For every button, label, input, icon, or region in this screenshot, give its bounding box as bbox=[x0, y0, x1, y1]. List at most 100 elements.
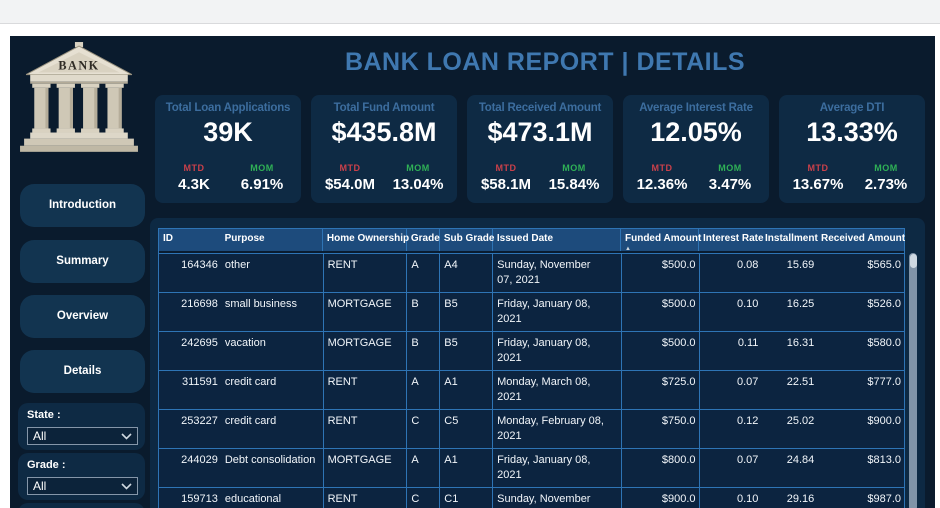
cell-purpose[interactable]: small business bbox=[221, 293, 324, 331]
cell-sub-grade[interactable]: C1 bbox=[440, 488, 494, 508]
cell-funded-amount[interactable]: $750.0 bbox=[622, 410, 700, 448]
cell-interest-rate[interactable]: 0.12 bbox=[700, 410, 762, 448]
table-scrollbar-track[interactable] bbox=[909, 253, 917, 508]
cell-received-amount[interactable]: $565.0 bbox=[817, 254, 904, 292]
grade-filter-dropdown[interactable]: All bbox=[27, 477, 138, 495]
cell-installment[interactable]: 16.31 bbox=[761, 332, 817, 370]
cell-home-ownership[interactable]: MORTGAGE bbox=[324, 449, 408, 487]
cell-funded-amount[interactable]: $725.0 bbox=[622, 371, 700, 409]
state-filter-dropdown[interactable]: All bbox=[27, 427, 138, 445]
cell-installment[interactable]: 25.02 bbox=[761, 410, 817, 448]
cell-installment[interactable]: 16.25 bbox=[761, 293, 817, 331]
cell-id[interactable]: 159713 bbox=[159, 488, 221, 508]
cell-issued-date[interactable]: Friday, January 08, 2021 bbox=[493, 293, 622, 331]
cell-received-amount[interactable]: $777.0 bbox=[817, 371, 904, 409]
cell-received-amount[interactable]: $526.0 bbox=[817, 293, 904, 331]
chevron-down-icon[interactable] bbox=[121, 433, 132, 440]
cell-home-ownership[interactable]: RENT bbox=[324, 371, 408, 409]
cell-issued-date[interactable]: Sunday, November 07, 2021 bbox=[493, 254, 622, 292]
cell-funded-amount[interactable]: $500.0 bbox=[622, 332, 700, 370]
cell-home-ownership[interactable]: RENT bbox=[324, 254, 408, 292]
sidebar-item-summary[interactable]: Summary bbox=[20, 240, 145, 283]
cell-interest-rate[interactable]: 0.07 bbox=[700, 371, 762, 409]
cell-interest-rate[interactable]: 0.07 bbox=[700, 449, 762, 487]
mom-label: MOM bbox=[250, 163, 274, 173]
cell-interest-rate[interactable]: 0.11 bbox=[700, 332, 762, 370]
column-header-purpose[interactable]: Purpose bbox=[221, 229, 323, 251]
cell-installment[interactable]: 24.84 bbox=[761, 449, 817, 487]
cell-issued-date[interactable]: Friday, January 08, 2021 bbox=[493, 449, 622, 487]
cell-id[interactable]: 216698 bbox=[159, 293, 221, 331]
cell-issued-date[interactable]: Monday, February 08, 2021 bbox=[493, 410, 622, 448]
cell-installment[interactable]: 15.69 bbox=[761, 254, 817, 292]
cell-purpose[interactable]: credit card bbox=[221, 410, 324, 448]
cell-interest-rate[interactable]: 0.10 bbox=[700, 293, 762, 331]
sidebar-item-details[interactable]: Details bbox=[20, 350, 145, 393]
column-header-sub-grade[interactable]: Sub Grade bbox=[440, 229, 494, 251]
cell-home-ownership[interactable]: MORTGAGE bbox=[324, 293, 408, 331]
cell-home-ownership[interactable]: MORTGAGE bbox=[324, 332, 408, 370]
cell-installment[interactable]: 22.51 bbox=[761, 371, 817, 409]
cell-grade[interactable]: B bbox=[407, 332, 441, 370]
cell-purpose[interactable]: credit card bbox=[221, 371, 324, 409]
cell-interest-rate[interactable]: 0.10 bbox=[700, 488, 762, 508]
cell-grade[interactable]: A bbox=[407, 371, 441, 409]
cell-received-amount[interactable]: $813.0 bbox=[817, 449, 904, 487]
cell-grade[interactable]: A bbox=[407, 449, 441, 487]
column-header-interest-rate[interactable]: Interest Rate bbox=[699, 229, 764, 251]
cell-home-ownership[interactable]: RENT bbox=[324, 410, 408, 448]
cell-sub-grade[interactable]: A1 bbox=[440, 371, 494, 409]
cell-funded-amount[interactable]: $900.0 bbox=[622, 488, 700, 508]
cell-grade[interactable]: C bbox=[407, 410, 441, 448]
column-header-issued-date[interactable]: Issued Date bbox=[493, 229, 621, 251]
cell-id[interactable]: 244029 bbox=[159, 449, 221, 487]
kpi-mom: MOM 3.47% bbox=[697, 163, 763, 193]
kpi-mom: MOM 13.04% bbox=[385, 163, 451, 193]
sidebar-item-overview[interactable]: Overview bbox=[20, 295, 145, 338]
cell-grade[interactable]: A bbox=[407, 254, 441, 292]
cell-sub-grade[interactable]: B5 bbox=[440, 293, 494, 331]
cell-home-ownership[interactable]: RENT bbox=[324, 488, 408, 508]
cell-purpose[interactable]: vacation bbox=[221, 332, 324, 370]
cell-sub-grade[interactable]: A1 bbox=[440, 449, 494, 487]
table-scrollbar-thumb[interactable] bbox=[909, 254, 917, 268]
column-header-installment[interactable]: Installment bbox=[761, 229, 818, 251]
cell-issued-date[interactable]: Friday, January 08, 2021 bbox=[493, 332, 622, 370]
cell-purpose[interactable]: educational bbox=[221, 488, 324, 508]
column-header-home-ownership[interactable]: Home Ownership bbox=[323, 229, 409, 251]
cell-funded-amount[interactable]: $500.0 bbox=[622, 254, 700, 292]
cell-grade[interactable]: C bbox=[407, 488, 441, 508]
cell-sub-grade[interactable]: A4 bbox=[440, 254, 494, 292]
cell-installment[interactable]: 29.16 bbox=[761, 488, 817, 508]
cell-id[interactable]: 253227 bbox=[159, 410, 221, 448]
cell-id[interactable]: 164346 bbox=[159, 254, 221, 292]
cell-received-amount[interactable]: $580.0 bbox=[817, 332, 904, 370]
column-header-funded-amount[interactable]: Funded Amount ▲ bbox=[621, 229, 701, 252]
cell-id[interactable]: 242695 bbox=[159, 332, 221, 370]
kpi-title: Total Received Amount bbox=[478, 102, 602, 114]
chevron-down-icon[interactable] bbox=[121, 483, 132, 490]
column-header-id[interactable]: ID bbox=[159, 229, 221, 251]
mom-label: MOM bbox=[562, 163, 586, 173]
sort-ascending-icon: ▲ bbox=[625, 246, 631, 252]
cell-funded-amount[interactable]: $500.0 bbox=[622, 293, 700, 331]
cell-sub-grade[interactable]: C5 bbox=[440, 410, 494, 448]
cell-grade[interactable]: B bbox=[407, 293, 441, 331]
column-header-grade[interactable]: Grade bbox=[407, 229, 440, 251]
cell-purpose[interactable]: Debt consolidation bbox=[221, 449, 324, 487]
kpi-card-average-interest-rate: Average Interest Rate 12.05% MTD 12.36% … bbox=[623, 95, 769, 203]
cell-funded-amount[interactable]: $800.0 bbox=[622, 449, 700, 487]
cell-interest-rate[interactable]: 0.08 bbox=[700, 254, 762, 292]
column-header-received-amount[interactable]: Received Amount bbox=[817, 229, 905, 251]
kpi-card-total-received-amount: Total Received Amount $473.1M MTD $58.1M… bbox=[467, 95, 613, 203]
mtd-label: MTD bbox=[807, 163, 829, 173]
cell-issued-date[interactable]: Sunday, November bbox=[493, 488, 622, 508]
cell-received-amount[interactable]: $987.0 bbox=[817, 488, 904, 508]
sidebar-item-introduction[interactable]: Introduction bbox=[20, 184, 145, 227]
kpi-mom: MOM 6.91% bbox=[229, 163, 295, 193]
cell-purpose[interactable]: other bbox=[221, 254, 324, 292]
cell-sub-grade[interactable]: B5 bbox=[440, 332, 494, 370]
cell-received-amount[interactable]: $900.0 bbox=[817, 410, 904, 448]
cell-issued-date[interactable]: Monday, March 08, 2021 bbox=[493, 371, 622, 409]
cell-id[interactable]: 311591 bbox=[159, 371, 221, 409]
